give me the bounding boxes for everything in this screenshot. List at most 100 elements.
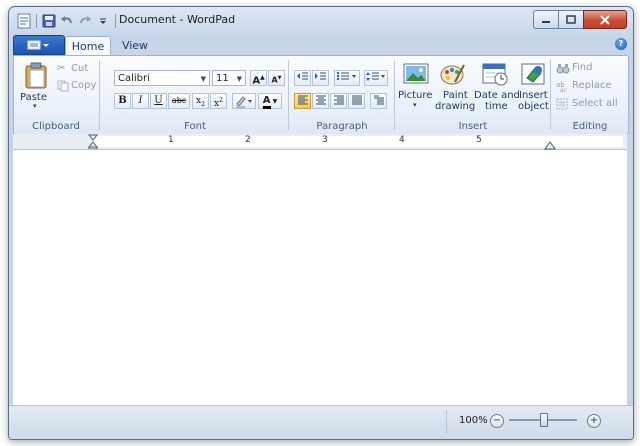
minimize-button[interactable]: [533, 10, 558, 29]
status-separator: [446, 410, 447, 434]
bullet-list-icon: [336, 71, 356, 81]
maximize-icon: [566, 15, 576, 24]
ribbon: Paste ▾ ✂ Cut Copy Clipboard Calibri ▼ 11…: [13, 55, 629, 135]
font-family-value: Calibri: [118, 73, 150, 84]
subscript-button[interactable]: x2: [192, 93, 209, 109]
ruler[interactable]: 1 2 3 4 5: [13, 134, 627, 150]
paint-palette-icon: [440, 64, 465, 85]
select-all-button[interactable]: Select all: [556, 97, 626, 111]
paint-drawing-button[interactable]: Paint drawing: [434, 60, 475, 114]
underline-button[interactable]: U: [150, 93, 167, 109]
zoom-slider-thumb[interactable]: [540, 413, 548, 427]
group-separator: [394, 60, 395, 130]
customize-qat-icon[interactable]: [94, 12, 112, 30]
grow-font-icon: A: [252, 75, 261, 87]
justify-icon: [351, 95, 362, 105]
highlighter-icon: [236, 96, 252, 108]
align-left-button[interactable]: [294, 93, 311, 109]
italic-button[interactable]: I: [132, 93, 149, 109]
ruler-number: 4: [399, 135, 405, 145]
replace-icon: abac: [556, 81, 567, 92]
font-color-icon: A: [262, 95, 271, 109]
help-icon[interactable]: ?: [615, 38, 627, 50]
subscript-icon: x2: [196, 96, 205, 108]
ruler-number: 5: [476, 135, 482, 145]
shrink-font-button[interactable]: A▼: [268, 70, 285, 86]
highlight-color-button[interactable]: [232, 93, 256, 109]
justify-button[interactable]: [348, 93, 365, 109]
clipboard-group: Paste ▾ ✂ Cut Copy Clipboard: [14, 56, 98, 134]
ribbon-tab-row: Home View ?: [9, 34, 633, 57]
find-label: Find: [572, 62, 593, 73]
date-time-label-1: Date and: [474, 90, 520, 101]
copy-icon: [57, 80, 69, 92]
paste-button[interactable]: Paste ▾: [18, 60, 54, 110]
grow-font-button[interactable]: A▲: [250, 70, 267, 86]
window-controls: [533, 10, 627, 29]
insert-object-label-1: Insert: [519, 90, 548, 101]
superscript-icon: x2: [214, 97, 223, 109]
clipboard-group-label: Clipboard: [32, 121, 80, 132]
increase-indent-button[interactable]: [312, 70, 329, 86]
save-icon[interactable]: [40, 12, 58, 30]
bold-button[interactable]: B: [114, 93, 131, 109]
paragraph-icon: [373, 95, 384, 105]
paste-icon: [25, 62, 47, 89]
close-button[interactable]: [583, 10, 627, 29]
cut-button[interactable]: ✂ Cut: [57, 62, 97, 76]
tab-home[interactable]: Home: [65, 36, 111, 57]
date-and-time-button[interactable]: Date and time: [474, 60, 520, 114]
superscript-button[interactable]: x2: [210, 93, 227, 109]
align-center-button[interactable]: [312, 93, 329, 109]
redo-icon[interactable]: [76, 12, 94, 30]
strikethrough-button[interactable]: abc: [168, 93, 190, 109]
picture-dropdown-icon: ▾: [413, 101, 417, 109]
right-indent-marker[interactable]: [544, 140, 556, 150]
calendar-clock-icon: [482, 63, 508, 86]
decrease-indent-icon: [297, 72, 308, 80]
zoom-in-button[interactable]: +: [587, 414, 601, 428]
minimize-icon: [542, 20, 550, 23]
paragraph-dialog-button[interactable]: [370, 93, 387, 109]
tab-view[interactable]: View: [115, 36, 155, 56]
align-left-icon: [297, 95, 308, 105]
picture-button[interactable]: Picture ▾: [398, 60, 434, 114]
insert-object-button[interactable]: Insert object: [518, 60, 550, 114]
group-separator: [288, 60, 289, 130]
paint-drawing-label-1: Paint: [443, 90, 468, 101]
chevron-down-icon: ▼: [236, 75, 242, 83]
font-size-combo[interactable]: 11 ▼: [212, 70, 246, 86]
zoom-out-button[interactable]: −: [490, 414, 504, 428]
font-family-combo[interactable]: Calibri ▼: [114, 70, 210, 86]
copy-button[interactable]: Copy: [57, 79, 97, 93]
wordpad-app-icon[interactable]: [15, 12, 33, 30]
font-group-label: Font: [184, 121, 206, 132]
replace-label: Replace: [572, 80, 612, 91]
ruler-number: 1: [168, 135, 174, 145]
font-color-button[interactable]: A ▼: [258, 93, 282, 109]
picture-icon: [403, 63, 429, 84]
align-right-button[interactable]: [330, 93, 347, 109]
replace-button[interactable]: ab ac Replace: [556, 79, 622, 93]
find-button[interactable]: Find: [556, 61, 616, 75]
maximize-button[interactable]: [558, 10, 583, 29]
zoom-level[interactable]: 100%: [459, 415, 488, 426]
align-center-icon: [315, 95, 326, 105]
bullets-button[interactable]: [334, 70, 360, 86]
application-menu-button[interactable]: [13, 35, 65, 55]
line-spacing-button[interactable]: [364, 70, 388, 86]
chevron-down-icon: ▼: [200, 75, 206, 83]
undo-icon[interactable]: [58, 12, 76, 30]
increase-indent-icon: [315, 72, 326, 80]
date-time-label-2: time: [485, 101, 508, 112]
first-line-indent-marker[interactable]: [87, 134, 101, 149]
ruler-number: 2: [245, 135, 251, 145]
insert-object-label-2: object: [518, 101, 549, 112]
paste-dropdown-icon[interactable]: ▾: [33, 102, 37, 110]
decrease-indent-button[interactable]: [294, 70, 311, 86]
paragraph-group: Paragraph: [290, 56, 394, 134]
font-size-value: 11: [216, 73, 229, 84]
select-all-icon: [556, 98, 568, 110]
paragraph-group-label: Paragraph: [316, 121, 368, 132]
document-editing-area[interactable]: [13, 150, 627, 405]
